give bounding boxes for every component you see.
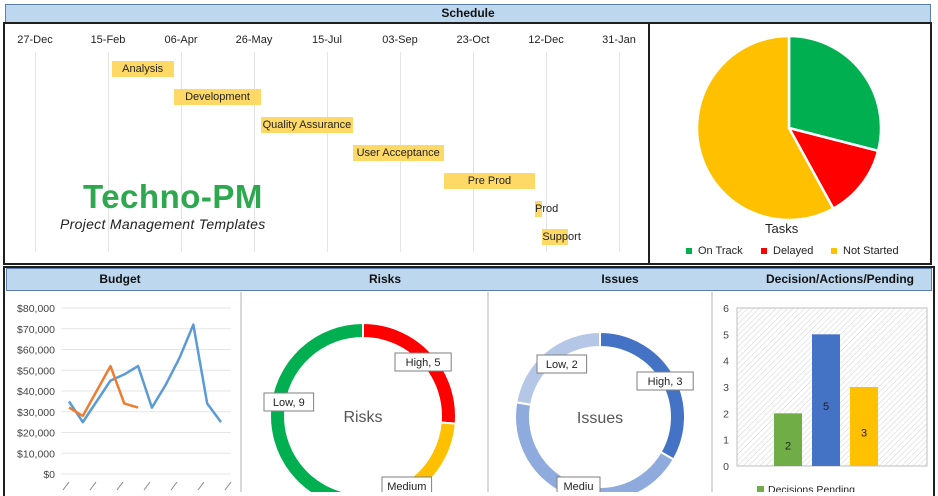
- issues-donut-data-label: High, 3: [648, 376, 683, 388]
- tagline: Project Management Templates: [60, 216, 266, 232]
- decisions-y-tick: 3: [723, 382, 729, 394]
- issues-donut-slice: [599, 330, 686, 461]
- decisions-bar: [774, 413, 802, 466]
- decisions-legend-swatch: [757, 486, 764, 492]
- schedule-date-label: 12-Dec: [528, 34, 564, 46]
- risks-donut-data-label: High, 5: [406, 357, 441, 369]
- schedule-date-label: 15-Feb: [90, 34, 126, 46]
- budget-y-tick: $20,000: [17, 428, 55, 440]
- task-bar: User Acceptance: [352, 145, 444, 161]
- task-bar: Prod: [535, 201, 558, 217]
- tasks-pie-title: Tasks: [765, 221, 799, 236]
- schedule-date-label: 06-Apr: [164, 34, 198, 46]
- legend-delayed-label: Delayed: [773, 245, 814, 257]
- budget-series-line: [67, 323, 223, 424]
- schedule-gridline: [619, 52, 620, 252]
- schedule-date-label: 23-Oct: [456, 34, 490, 46]
- issues-donut-center-label: Issues: [577, 410, 623, 427]
- decisions-bar-chart: 6 5 4 3 2 1 0 2 5 3 Decisions Pending: [723, 303, 928, 492]
- budget-y-tick: $60,000: [17, 345, 55, 357]
- decisions-y-tick: 2: [723, 408, 729, 420]
- decisions-y-tick: 1: [723, 435, 729, 447]
- task-bar-label: Pre Prod: [467, 175, 512, 187]
- issues-donut-chart: Issues Low, 2 High, 3 Mediu: [514, 330, 694, 492]
- budget-x-tick: [62, 481, 70, 491]
- legend-not-started-label: Not Started: [843, 245, 899, 257]
- budget-x-tick: [197, 481, 205, 491]
- issues-donut-data-label: Mediu: [564, 481, 594, 492]
- decisions-bar: [850, 387, 878, 466]
- task-bar: Pre Prod: [443, 173, 536, 189]
- decisions-bar-value: 5: [823, 401, 829, 413]
- legend-delayed: Delayed: [761, 245, 813, 257]
- budget-y-tick: $70,000: [17, 324, 55, 336]
- schedule-date-label: 31-Jan: [602, 34, 636, 46]
- schedule-date-label: 03-Sep: [382, 34, 418, 46]
- risks-donut-chart: Risks High, 5 Low, 9 Medium: [263, 321, 457, 492]
- schedule-gridline: [473, 52, 474, 252]
- task-bar: Quality Assurance: [261, 117, 353, 133]
- decisions-bar-value: 2: [785, 441, 791, 453]
- budget-y-tick: $30,000: [17, 407, 55, 419]
- decisions-y-tick: 0: [723, 461, 729, 473]
- legend-on-track: On Track: [686, 245, 743, 257]
- schedule-gridline: [546, 52, 547, 252]
- budget-x-tick: [116, 481, 124, 491]
- logo: Techno-PM: [83, 178, 263, 215]
- decisions-bar: [812, 334, 840, 466]
- issues-donut-data-label: Low, 2: [546, 359, 578, 371]
- task-bar-label: Development: [185, 91, 250, 103]
- legend-not-started: Not Started: [831, 245, 899, 257]
- schedule-date-label: 15-Jul: [312, 34, 342, 46]
- budget-y-tick: $0: [43, 469, 55, 481]
- delayed-swatch: [761, 248, 767, 255]
- budget-y-tick: $80,000: [17, 303, 55, 315]
- budget-x-tick: [170, 481, 178, 491]
- task-bar: Analysis: [111, 61, 174, 77]
- budget-line-chart: $80,000 $70,000 $60,000 $50,000 $40,000 $30,0…: [17, 303, 232, 491]
- decisions-y-tick: 5: [723, 329, 729, 341]
- budget-header: Budget: [99, 272, 141, 286]
- not-started-swatch: [831, 248, 837, 255]
- task-bar-label: Prod: [535, 203, 559, 215]
- budget-x-tick: [143, 481, 151, 491]
- budget-y-tick: $40,000: [17, 386, 55, 398]
- issues-header: Issues: [601, 272, 639, 286]
- task-bar: Support: [542, 229, 581, 245]
- task-bar: Development: [173, 89, 262, 105]
- decisions-header: Decision/Actions/Pending: [765, 272, 915, 286]
- legend-on-track-label: On Track: [698, 245, 743, 257]
- risks-donut-center-label: Risks: [343, 409, 382, 426]
- budget-x-tick: [89, 481, 97, 491]
- decisions-y-tick: 6: [723, 303, 729, 315]
- risks-donut-data-label: Low, 9: [273, 397, 305, 409]
- budget-y-tick: $50,000: [17, 365, 55, 377]
- risks-donut-data-label: Medium: [387, 481, 426, 492]
- decisions-y-tick: 4: [723, 356, 729, 368]
- task-bar-label: Analysis: [122, 63, 164, 75]
- schedule-gridline: [327, 52, 328, 252]
- on-track-swatch: [686, 248, 692, 255]
- decisions-legend-label: Decisions Pending: [768, 484, 855, 492]
- budget-y-tick: $10,000: [17, 448, 55, 460]
- schedule-gridline: [35, 52, 36, 252]
- risks-header: Risks: [368, 272, 402, 286]
- task-bar-label: Quality Assurance: [262, 119, 352, 131]
- task-bar-label: User Acceptance: [356, 147, 440, 159]
- decisions-bar-value: 3: [861, 428, 867, 440]
- schedule-date-label: 27-Dec: [17, 34, 53, 46]
- schedule-date-label: 26-May: [235, 34, 273, 46]
- budget-x-tick: [224, 481, 232, 491]
- task-bar-label: Support: [542, 231, 581, 243]
